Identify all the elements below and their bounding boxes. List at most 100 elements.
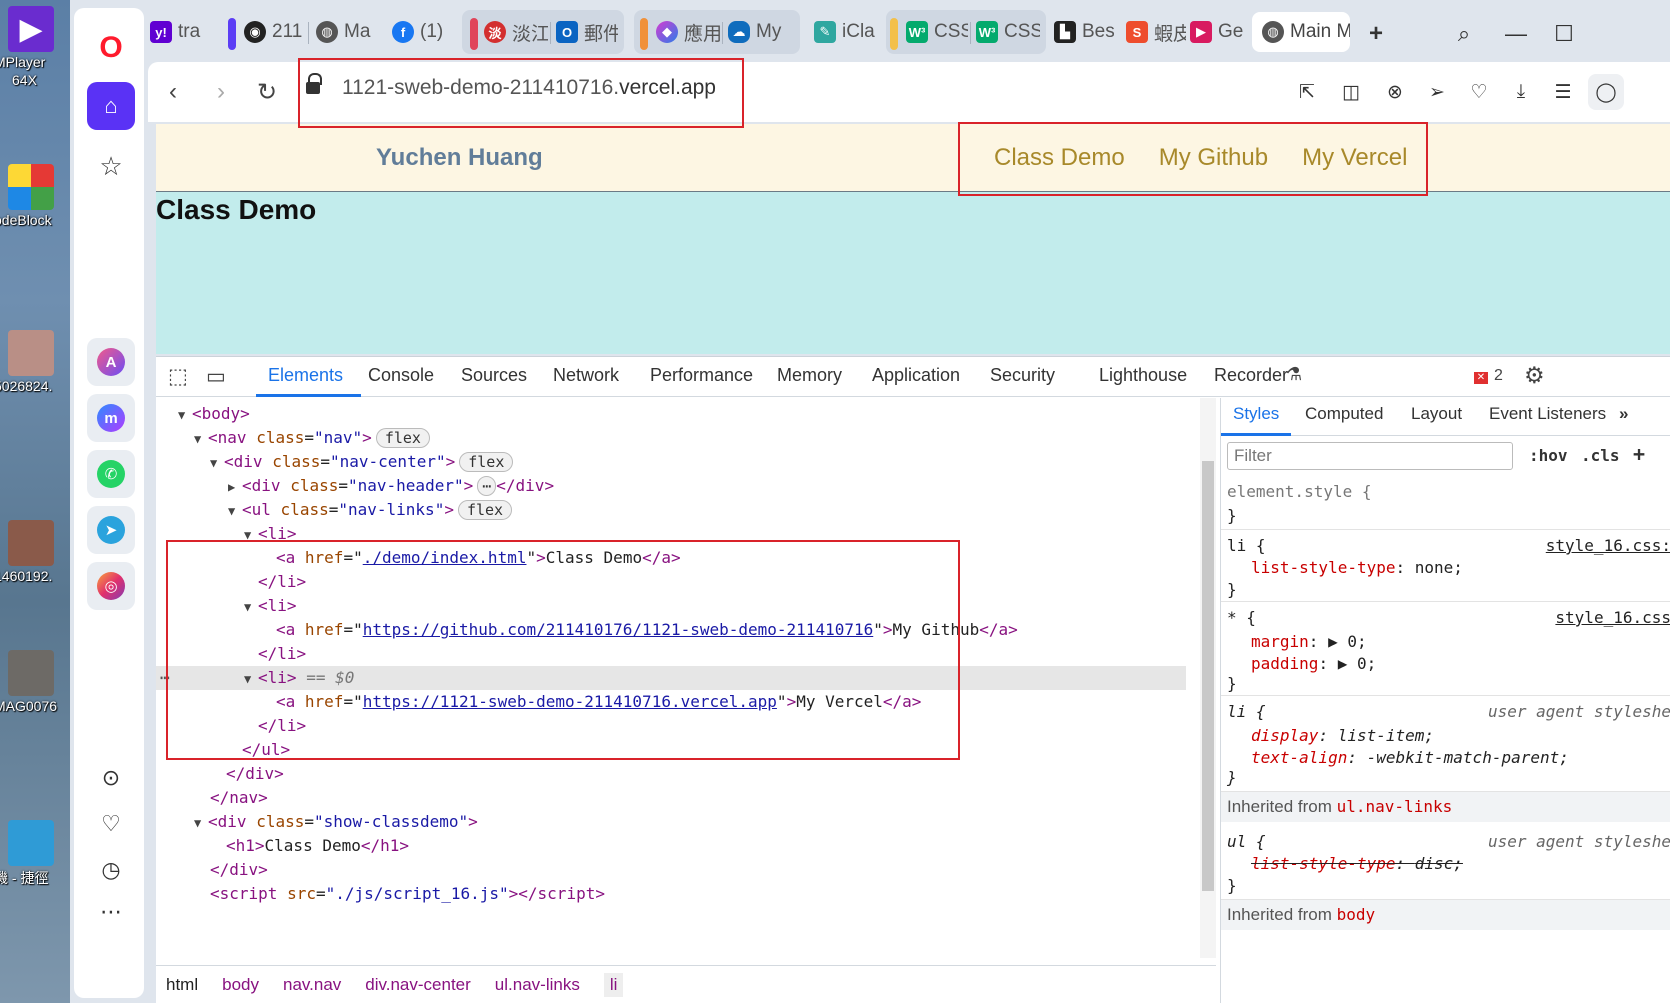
nav-link-class-demo[interactable]: Class Demo [994,144,1125,172]
download-icon[interactable]: ⤓ [1508,79,1534,105]
href-link[interactable]: https://github.com/211410176/1121-sweb-d… [363,620,874,639]
tab-outlook[interactable]: O 郵件 [556,12,618,52]
history-clock-icon[interactable]: ◷ [87,846,135,894]
tab-icla[interactable]: ✎ iCla [814,12,878,52]
cls-toggle[interactable]: .cls [1581,446,1620,465]
rule-declaration[interactable]: display: list-item; [1251,726,1434,745]
profile-icon[interactable]: ◯ [1588,74,1624,110]
rule-ul-user-agent[interactable]: ul { user agent styleshe list-style-type… [1221,822,1670,900]
devtools-tab-sources[interactable]: Sources [461,365,527,386]
rule-element-style[interactable]: element.style { } [1221,478,1670,530]
tab-shopee[interactable]: S 蝦皮 [1126,12,1186,52]
tab-m365[interactable]: ◆ 應用 [656,12,720,52]
rule-source-link[interactable]: style_16.css [1555,608,1670,627]
player-icon[interactable]: ⊙ [87,754,135,802]
rule-declaration[interactable]: margin: ▶ 0; [1251,632,1367,651]
desktop-icon-photo-3[interactable]: MAG0076 [0,650,70,714]
tab-onedrive[interactable]: ☁ My [728,12,796,52]
pinboard-star-icon[interactable]: ☆ [87,142,135,190]
maximize-icon[interactable]: ☐ [1544,14,1584,54]
breadcrumb-nav[interactable]: nav.nav [283,975,341,995]
dom-node-show-classdemo[interactable]: ▼ <div class="show-classdemo"> [194,810,478,834]
desktop-icon-mplayer[interactable]: ▶ MPlayer 64X [0,6,70,88]
whatsapp-icon[interactable]: ✆ [87,450,135,498]
tab-tku[interactable]: 淡淡江 [484,12,548,52]
tab-computed[interactable]: Computed [1305,404,1383,424]
tab-github[interactable]: ◉ 211 [244,12,306,52]
tab-yahoo[interactable]: y! tra [150,12,210,52]
tab-layout[interactable]: Layout [1411,404,1462,424]
messenger-icon[interactable]: m [87,394,135,442]
adblock-shield-icon[interactable]: ⊗ [1382,79,1408,105]
devtools-tab-console[interactable]: Console [368,365,434,386]
minimize-icon[interactable]: — [1496,14,1536,54]
back-arrow-icon[interactable]: ‹ [156,75,190,109]
rule-declaration[interactable]: text-align: -webkit-match-parent; [1251,748,1569,767]
flex-badge[interactable]: flex [375,428,430,448]
new-rule-plus-icon[interactable]: + [1633,442,1645,466]
devtools-tab-lighthouse[interactable]: Lighthouse [1099,365,1187,386]
devtools-tab-memory[interactable]: Memory [777,365,842,386]
dom-node-nav-links[interactable]: ▼ <ul class="nav-links"> flex [228,498,513,522]
rule-li-style16[interactable]: li { style_16.css: list-style-type: none… [1221,530,1670,602]
heart-icon[interactable]: ♡ [87,800,135,848]
nav-link-my-github[interactable]: My Github [1159,144,1268,172]
tab-event-listeners[interactable]: Event Listeners [1489,404,1606,424]
styles-filter-input[interactable]: Filter [1227,442,1513,470]
devtools-tab-elements[interactable]: Elements [268,365,343,386]
devtools-tab-security[interactable]: Security [990,365,1055,386]
breadcrumb-html[interactable]: html [166,975,198,995]
dom-node-nav[interactable]: ▼ <nav class="nav"> flex [194,426,430,450]
new-tab-plus-icon[interactable]: + [1356,14,1396,54]
aria-ai-icon[interactable]: A [87,338,135,386]
share-icon[interactable]: ⇱ [1294,79,1320,105]
rule-declaration[interactable]: padding: ▶ 0; [1251,654,1376,673]
forward-arrow-icon[interactable]: › [204,75,238,109]
desktop-icon-photo-2[interactable]: 1460192. [0,520,70,584]
dom-node-nav-center[interactable]: ▼ <div class="nav-center"> flex [210,450,514,474]
error-badge[interactable]: ✕ 2 [1474,367,1503,385]
device-toolbar-icon[interactable]: ▭ [206,364,226,389]
url-field[interactable]: 1121-sweb-demo-211410716. vercel.app [306,73,716,100]
breadcrumb-li[interactable]: li [603,973,624,997]
hov-toggle[interactable]: :hov [1529,446,1568,465]
inspect-element-icon[interactable]: ⬚ [168,364,188,389]
href-link[interactable]: https://1121-sweb-demo-211410716.vercel.… [363,692,777,711]
dom-node-script[interactable]: <script src="./js/script_16.js"></script… [210,882,605,906]
rule-source-link[interactable]: style_16.css: [1546,536,1670,555]
dom-node-nav-header[interactable]: ▶ <div class="nav-header"> ⋯ </div> [228,474,554,498]
tab-w3schools-1[interactable]: W³ CSS [906,12,968,52]
home-icon[interactable]: ⌂ [87,82,135,130]
devtools-tab-recorder[interactable]: Recorder [1214,365,1288,386]
inherited-selector[interactable]: ul.nav-links [1337,797,1453,816]
devtools-tab-network[interactable]: Network [553,365,619,386]
desktop-icon-codeblocks[interactable]: odeBlock [0,164,70,228]
elements-scroll-thumb[interactable] [1202,461,1214,891]
nav-link-my-vercel[interactable]: My Vercel [1302,144,1407,172]
tab-main-active[interactable]: ◍ Main M [1252,12,1350,52]
desktop-icon-photo-1[interactable]: 5026824. [0,330,70,394]
rule-declaration[interactable]: list-style-type: none; [1251,558,1463,577]
dom-node-h1[interactable]: <h1>Class Demo</h1> [226,834,409,858]
breadcrumb-nav-links[interactable]: ul.nav-links [495,975,580,995]
opera-logo-icon[interactable]: O [87,24,135,72]
href-link[interactable]: ./demo/index.html [363,548,527,567]
dom-node-li-3-selected[interactable]: ⋯ ▼ <li> == $0 [156,666,1186,690]
rule-li-user-agent[interactable]: li { user agent styleshe display: list-i… [1221,696,1670,792]
instagram-icon[interactable]: ◎ [87,562,135,610]
tab-bes[interactable]: ▙ Bes [1054,12,1114,52]
dom-node-body[interactable]: ▼ <body> [178,402,250,426]
devtools-tab-application[interactable]: Application [872,365,960,386]
snapshot-camera-icon[interactable]: ◫ [1338,79,1364,105]
dom-node-a-github[interactable]: <a href="https://github.com/211410176/11… [276,618,1018,642]
tab-main-1[interactable]: ◍ Ma [316,12,378,52]
dom-node-a-class-demo[interactable]: <a href="./demo/index.html">Class Demo</… [276,546,681,570]
ellipsis-icon[interactable]: ⋯ [477,476,497,496]
rule-declaration-overridden[interactable]: list-style-type: disc; [1251,854,1463,873]
rule-universal[interactable]: * { style_16.css margin: ▶ 0; padding: ▶… [1221,602,1670,696]
reload-icon[interactable]: ↻ [250,75,284,109]
tab-gemini[interactable]: ▶ Ge [1190,12,1248,52]
tab-w3schools-2[interactable]: W³ CSS [976,12,1040,52]
send-icon[interactable]: ➢ [1424,79,1450,105]
flex-badge[interactable]: flex [457,500,513,520]
